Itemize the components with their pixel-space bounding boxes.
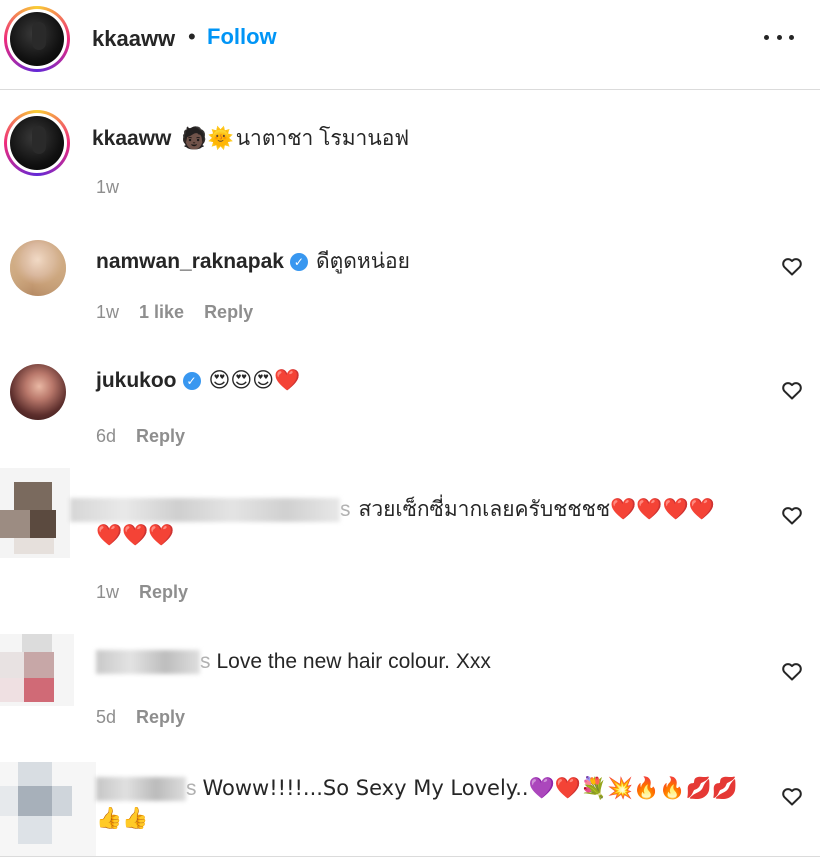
separator-dot: • xyxy=(188,24,196,49)
comment-meta: 5d Reply xyxy=(96,707,185,728)
comment-text-continued: ❤️❤️❤️ xyxy=(96,523,175,547)
post-header: kkaaww • Follow xyxy=(0,0,820,90)
heart-outline-icon[interactable] xyxy=(780,784,804,808)
commenter-avatar[interactable] xyxy=(10,364,66,420)
blurred-avatar[interactable] xyxy=(0,634,74,706)
caption-emoji: 🧑🏿🌞 xyxy=(181,126,234,150)
comment-time: 1w xyxy=(96,582,120,602)
username-fragment: s xyxy=(186,776,197,800)
reply-button[interactable]: Reply xyxy=(136,426,185,446)
blurred-username[interactable] xyxy=(70,497,340,522)
comment-text-continued: 👍👍 xyxy=(96,806,149,830)
username-fragment: s xyxy=(340,497,351,521)
comment-time: 1w xyxy=(96,302,120,322)
comment-text: 😍😍😍❤️ xyxy=(208,368,301,392)
blurred-avatar[interactable] xyxy=(0,468,70,558)
comment-username[interactable]: namwan_raknapak xyxy=(96,250,284,274)
comment-text: สวยเซ็กซี่มากเลยครับชชชช❤️❤️❤️❤️ xyxy=(358,497,715,521)
blurred-avatar[interactable] xyxy=(0,762,96,856)
reply-button[interactable]: Reply xyxy=(139,582,188,602)
heart-outline-icon[interactable] xyxy=(780,659,804,683)
heart-outline-icon[interactable] xyxy=(780,503,804,527)
comment-line: jukukoo ✓ 😍😍😍❤️ xyxy=(96,368,300,393)
heart-outline-icon[interactable] xyxy=(780,254,804,278)
blurred-username[interactable] xyxy=(96,650,200,674)
blurred-username[interactable] xyxy=(96,776,186,801)
follow-button[interactable]: Follow xyxy=(207,24,277,50)
comment-line: s Woww!!!!...So Sexy My Lovely..💜❤️💐💥🔥🔥💋… xyxy=(96,776,738,801)
comment-line-continued: ❤️❤️❤️ xyxy=(96,523,174,548)
caption-time: 1w xyxy=(96,177,119,198)
comment-likes[interactable]: 1 like xyxy=(139,302,184,322)
reply-button[interactable]: Reply xyxy=(136,707,185,727)
divider xyxy=(0,856,820,857)
comment-text: Woww!!!!...So Sexy My Lovely..💜❤️💐💥🔥🔥💋💋 xyxy=(202,776,738,800)
comment-line: s Love the new hair colour. Xxx xyxy=(96,650,491,674)
caption-text: นาตาชา โรมานอฟ xyxy=(235,127,410,150)
comment-text: Love the new hair colour. Xxx xyxy=(216,650,491,673)
commenter-avatar[interactable] xyxy=(10,240,66,296)
username-fragment: s xyxy=(200,650,211,673)
reply-button[interactable]: Reply xyxy=(204,302,253,322)
author-avatar[interactable] xyxy=(4,6,70,72)
caption-line: kkaaww 🧑🏿🌞 นาตาชา โรมานอฟ xyxy=(92,122,409,155)
comment-line: namwan_raknapak ✓ ดีตูดหน่อย xyxy=(96,245,410,278)
comment-meta: 1w Reply xyxy=(96,582,188,603)
more-options-icon[interactable] xyxy=(764,22,794,52)
comment-meta: 6d Reply xyxy=(96,426,185,447)
comment-meta: 1w 1 like Reply xyxy=(96,302,253,323)
comment-username[interactable]: jukukoo xyxy=(96,369,177,393)
author-username[interactable]: kkaaww xyxy=(92,26,175,52)
caption-avatar[interactable] xyxy=(4,110,70,176)
comment-time: 5d xyxy=(96,707,117,727)
verified-badge-icon: ✓ xyxy=(182,371,201,390)
caption-timestamp: 1w xyxy=(96,177,120,197)
caption-username[interactable]: kkaaww xyxy=(92,127,171,151)
heart-outline-icon[interactable] xyxy=(780,378,804,402)
comment-line-continued: 👍👍 xyxy=(96,806,148,831)
comment-line: s สวยเซ็กซี่มากเลยครับชชชช❤️❤️❤️❤️ xyxy=(70,493,715,526)
verified-badge-icon: ✓ xyxy=(289,252,308,271)
comment-time: 6d xyxy=(96,426,117,446)
comment-text: ดีตูดหน่อย xyxy=(315,250,410,273)
